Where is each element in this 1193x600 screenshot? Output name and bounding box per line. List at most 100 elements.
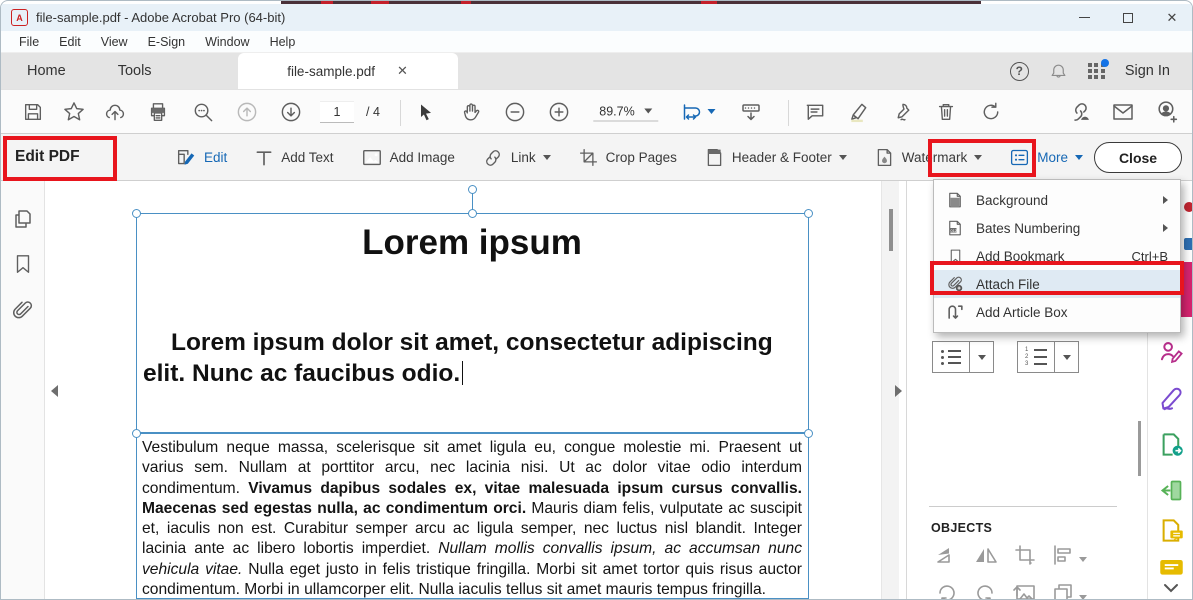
edit-pdf-panel-label: Edit PDF [15,148,80,166]
menu-file[interactable]: File [9,35,49,49]
zoom-out-icon[interactable] [504,100,527,123]
tab-close-icon[interactable]: ✕ [397,63,408,79]
menu-item-add-bookmark[interactable]: Add Bookmark Ctrl+B [934,242,1180,270]
more-dropdown-button[interactable]: More [1000,147,1092,168]
organize-pages-icon[interactable] [1158,477,1185,509]
next-page-icon[interactable] [280,100,303,123]
page-thumbnails-icon[interactable] [11,207,35,236]
left-navigation-rail [1,181,45,600]
notifications-bell-icon[interactable] [1049,62,1068,81]
delete-icon[interactable] [935,101,957,123]
crop-pages-button[interactable]: Crop Pages [569,147,686,168]
edit-pdf-toolbar: Edit PDF Edit Add Text Add Image Link Cr… [1,134,1193,181]
menu-item-attach-file[interactable]: Attach File [934,270,1180,298]
zoom-level-dropdown[interactable]: 89.7% [593,102,658,121]
numbered-list-button[interactable]: 1 2 3 [1017,341,1079,373]
submenu-arrow-icon [1163,224,1168,232]
maximize-button[interactable] [1106,4,1150,31]
resize-handle-top-right[interactable] [804,209,813,218]
bulleted-list-button[interactable] [932,341,994,373]
print-icon[interactable] [147,101,169,123]
search-icon[interactable] [192,100,215,123]
bulleted-list-dropdown[interactable] [969,342,993,372]
previous-page-icon [236,100,259,123]
selected-tool-highlight [1181,262,1193,317]
attachments-icon[interactable] [11,299,35,328]
email-icon[interactable] [1111,100,1135,124]
bates-numbering-icon: 012 [944,219,966,237]
close-window-button[interactable]: ✕ [1150,4,1193,31]
crop-object-icon [1013,543,1037,572]
document-paragraph: Vestibulum neque massa, scelerisque sit … [142,438,802,600]
tab-tools[interactable]: Tools [92,53,178,89]
page-number-input[interactable]: 1 [320,101,354,123]
menu-item-background[interactable]: Background [934,186,1180,214]
select-tool-icon[interactable] [416,102,436,122]
menu-help[interactable]: Help [260,35,306,49]
rotate-icon[interactable] [980,100,1003,123]
arrange-objects-dropdown [1079,587,1087,600]
help-icon[interactable]: ? [1010,62,1029,81]
flip-vertical-icon [935,543,961,572]
tab-home[interactable]: Home [1,53,92,89]
tab-document[interactable]: file-sample.pdf ✕ [238,53,458,89]
bookmarks-icon[interactable] [12,253,34,280]
title-bar: A file-sample.pdf - Adobe Acrobat Pro (6… [1,4,1193,31]
tool-icon-partial-blue[interactable] [1184,238,1193,250]
menu-view[interactable]: View [91,35,138,49]
acrobat-window: A file-sample.pdf - Adobe Acrobat Pro (6… [0,0,1193,600]
resize-handle-bottom-right[interactable] [804,429,813,438]
menu-window[interactable]: Window [195,35,259,49]
rotate-ccw-icon [935,581,959,600]
resize-handle-top-left[interactable] [132,209,141,218]
hand-tool-icon[interactable] [460,101,482,123]
close-edit-pdf-button[interactable]: Close [1094,142,1182,173]
tool-icon-partial-red[interactable] [1184,202,1193,212]
numbered-list-dropdown[interactable] [1054,342,1078,372]
more-dropdown-menu: Background 012 Bates Numbering Add Bookm… [933,179,1181,333]
more-tools-chevron-icon[interactable] [1161,581,1181,600]
share-with-people-icon[interactable] [1155,99,1180,124]
fit-width-icon[interactable] [681,100,716,124]
document-title: Lorem ipsum [137,223,807,263]
menu-item-bates-numbering[interactable]: 012 Bates Numbering [934,214,1180,242]
fill-and-sign-icon[interactable] [1158,339,1185,371]
menu-esign[interactable]: E-Sign [138,35,196,49]
text-cursor [462,361,463,385]
scrollbar-thumb[interactable] [889,209,893,251]
star-icon[interactable] [63,100,86,123]
add-text-button[interactable]: Add Text [245,148,342,168]
format-panel-scrollbar[interactable] [1138,421,1141,476]
rotate-cw-icon [973,581,997,600]
resize-handle-bottom-left[interactable] [132,429,141,438]
menu-edit[interactable]: Edit [49,35,91,49]
comment-icon[interactable] [804,100,827,123]
link-share-icon[interactable] [1067,99,1092,124]
menu-item-add-article-box[interactable]: Add Article Box [934,298,1180,326]
link-dropdown-button[interactable]: Link [473,147,560,169]
sign-pen-icon[interactable] [1158,385,1185,417]
add-bookmark-icon [944,248,966,265]
collapse-right-panel-icon[interactable] [895,385,902,397]
resize-handle-top-middle[interactable] [468,209,477,218]
menu-shortcut: Ctrl+B [1132,249,1168,264]
add-image-button[interactable]: Add Image [352,147,464,169]
watermark-button[interactable]: Watermark [865,147,992,168]
comment-page-icon[interactable] [1158,517,1185,549]
app-grid-icon[interactable] [1088,63,1105,80]
sign-in-button[interactable]: Sign In [1125,63,1170,79]
zoom-in-icon[interactable] [548,100,571,123]
edit-tool-button[interactable]: Edit [166,147,236,169]
save-icon[interactable] [22,101,44,123]
scrolling-mode-icon[interactable] [739,100,763,124]
sign-icon[interactable] [892,100,915,123]
minimize-button[interactable] [1062,4,1106,31]
share-icon[interactable] [104,100,127,123]
header-footer-button[interactable]: Header & Footer [695,147,856,168]
highlight-icon[interactable] [848,100,871,123]
align-objects-icon [1051,543,1075,572]
collapse-left-panel-icon[interactable] [51,385,58,397]
rotation-handle[interactable] [468,185,477,194]
svg-text:012: 012 [951,229,957,233]
export-pdf-icon[interactable] [1158,431,1185,463]
